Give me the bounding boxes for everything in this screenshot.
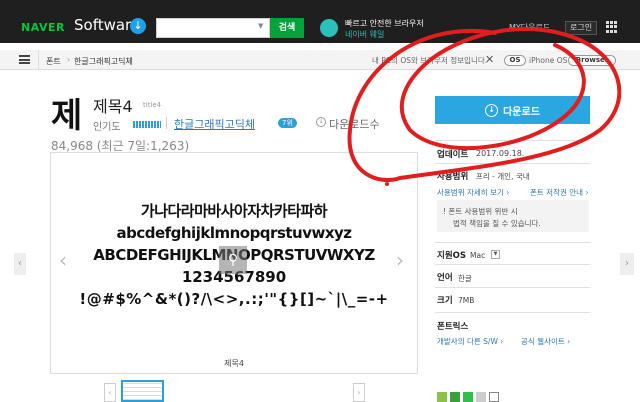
search-button[interactable]: 검색 (270, 18, 304, 38)
preview-caption: 제목4 (224, 359, 244, 368)
divider (435, 264, 590, 265)
share-band-icon[interactable] (437, 392, 447, 402)
login-button[interactable]: 로그인 (565, 21, 598, 35)
promo-link[interactable]: 네이버 웨일 (345, 29, 384, 40)
usage-label: 사용범위 (437, 172, 469, 182)
page-title: 제목4 (93, 97, 133, 116)
promo-text[interactable]: 빠르고 안전한 브라우저 (345, 18, 424, 29)
preview-thumbnail[interactable] (121, 380, 164, 402)
thumbnail-next-button[interactable]: › (353, 383, 365, 402)
share-buttons (437, 392, 499, 402)
os-label: 지원OS (437, 251, 466, 261)
search-dropdown-icon[interactable]: ▼ (258, 22, 263, 30)
usage-notice-line1: ! 폰트 사용범위 위반 시 (443, 207, 518, 216)
chevron-right-icon[interactable]: › (396, 248, 404, 272)
developer-label: 폰트릭스 (437, 322, 469, 332)
page: NAVER Software ↓ ▼ 검색 빠르고 안전한 브라우저 네이버 웨… (0, 0, 640, 402)
chevron-right-icon: › (67, 55, 71, 64)
download-circle-icon: ↓ (130, 18, 146, 34)
preview-symbols: !@#$%^&*()?/\<>,.:;'"{}[]~`|\_=-+ (79, 290, 389, 308)
popularity-label: 인기도 (93, 122, 121, 133)
zoom-icon[interactable]: ⚲ (219, 246, 247, 274)
language-value: 한글 (458, 274, 472, 283)
rank-badge: 7위 (278, 118, 297, 128)
preview-hangul: 가나다라마바사아자차카타파하 (140, 202, 328, 220)
divider (435, 140, 590, 141)
divider (38, 50, 39, 70)
os-notice-text: 내 PC의 OS와 브라우저 정보입니다. (372, 56, 488, 65)
os-value: iPhone OS (529, 56, 568, 65)
apps-icon[interactable] (606, 21, 618, 33)
prev-page-button[interactable]: ‹ (14, 253, 26, 275)
update-label: 업데이트 (437, 150, 469, 160)
os-tag: OS (504, 55, 526, 66)
breadcrumb-root[interactable]: 폰트 (46, 56, 61, 67)
os-value: Mac (470, 251, 486, 260)
usage-detail-link[interactable]: 사용범위 자세히 보기 › (437, 187, 509, 198)
share-blog-icon[interactable] (476, 392, 486, 402)
font-family-link[interactable]: 한글그래픽고딕체 (174, 116, 255, 132)
official-website-link[interactable]: 공식 웹사이트 › (521, 336, 570, 347)
close-icon[interactable]: ✕ (485, 53, 494, 66)
usage-notice-line2: 법적 책임을 질 수 있습니다. (453, 219, 541, 228)
menu-icon[interactable] (19, 55, 30, 64)
naver-logo[interactable]: NAVER (21, 21, 65, 34)
size-label: 크기 (437, 296, 453, 306)
copyright-guide-link[interactable]: 폰트 저작권 안내 › (530, 187, 588, 198)
divider (166, 117, 167, 129)
download-button-label: 다운로드 (503, 106, 540, 118)
language-label: 언어 (437, 273, 453, 283)
my-download-link[interactable]: MY다운로드 (509, 22, 550, 33)
download-icon: ↓ (485, 103, 499, 117)
developer-other-sw-link[interactable]: 개발사의 다른 S/W › (437, 336, 503, 347)
update-value: 2017.09.18. (476, 149, 525, 158)
chevron-down-icon[interactable]: ▼ (491, 250, 500, 259)
usage-value: 프리 - 개인, 국내 (476, 172, 530, 181)
next-page-button[interactable]: › (620, 253, 634, 275)
share-naver-icon[interactable] (463, 392, 473, 402)
thumbnail-prev-button[interactable]: ‹ (104, 383, 116, 402)
page-subtitle: title4 (143, 101, 162, 109)
size-value: 7MB (458, 296, 475, 305)
share-icon[interactable] (489, 392, 499, 402)
divider (435, 287, 590, 288)
download-count-icon: ↓ (316, 117, 326, 127)
breadcrumb-current: 한글그래픽고딕체 (74, 57, 133, 66)
divider (435, 242, 590, 243)
whale-browser-icon[interactable] (320, 19, 338, 37)
popularity-bar (133, 121, 161, 128)
download-count-label: 다운로드수 (329, 118, 380, 131)
divider (435, 163, 590, 164)
search-input[interactable] (156, 18, 270, 38)
preview-lowercase: abcdefghijklmnopqrstuvwxyz (116, 224, 352, 242)
download-button[interactable]: ↓ 다운로드 (435, 96, 590, 124)
font-glyph-preview: 제 (51, 96, 83, 136)
chevron-left-icon[interactable]: ‹ (59, 248, 67, 272)
divider (435, 312, 590, 313)
browser-tag: Browser (568, 55, 616, 66)
share-line-icon[interactable] (450, 392, 460, 402)
